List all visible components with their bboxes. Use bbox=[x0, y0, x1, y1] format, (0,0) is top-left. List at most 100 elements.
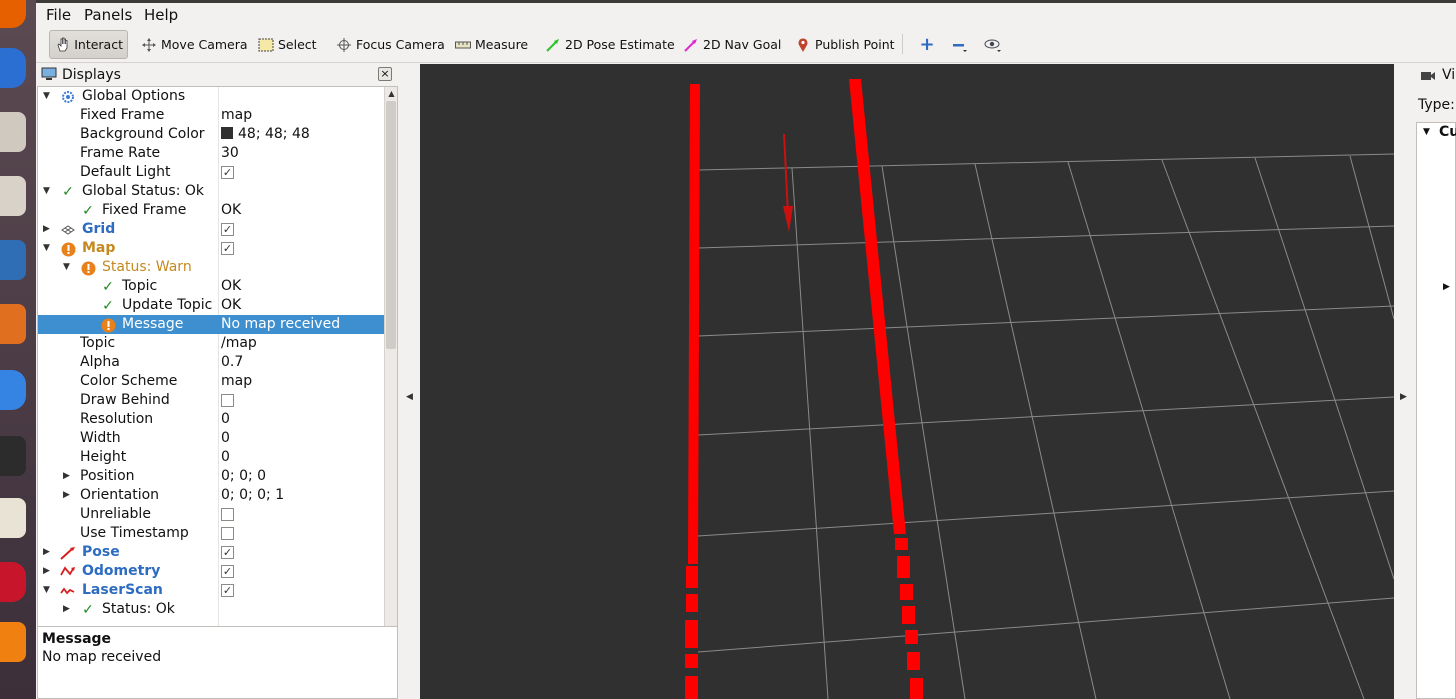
tool-visibility-button[interactable] bbox=[980, 30, 1009, 59]
laserscan-checkbox[interactable]: ✓ bbox=[221, 584, 234, 597]
tree-row-topic-status[interactable]: ✓ Topic OK bbox=[38, 277, 384, 296]
software-center-icon[interactable] bbox=[0, 304, 26, 344]
nav-goal-button[interactable]: 2D Nav Goal bbox=[678, 30, 785, 59]
tree-row-grid[interactable]: ▶ Grid ✓ bbox=[38, 220, 384, 239]
select-button[interactable]: Select bbox=[253, 30, 321, 59]
tree-row-alpha[interactable]: Alpha 0.7 bbox=[38, 353, 384, 372]
tree-row-odometry[interactable]: ▶ Odometry ✓ bbox=[38, 562, 384, 581]
row-value[interactable]: /map bbox=[221, 334, 257, 353]
left-panel-handle[interactable]: ◀ bbox=[400, 64, 420, 699]
tree-row-global-options[interactable]: ▼ Global Options bbox=[38, 87, 384, 106]
use-timestamp-checkbox[interactable] bbox=[221, 527, 234, 540]
close-icon[interactable]: × bbox=[378, 67, 392, 81]
tree-row-orientation[interactable]: ▶ Orientation 0; 0; 0; 1 bbox=[38, 486, 384, 505]
row-label: Use Timestamp bbox=[80, 525, 189, 541]
scroll-up-icon[interactable]: ▲ bbox=[385, 87, 397, 100]
remove-tool-button[interactable] bbox=[946, 30, 975, 59]
tree-row-update-topic-status[interactable]: ✓ Update Topic OK bbox=[38, 296, 384, 315]
current-view-item[interactable]: Cu bbox=[1439, 124, 1456, 140]
collapse-arrow-icon[interactable]: ▶ bbox=[63, 467, 73, 486]
firefox-icon[interactable] bbox=[0, 0, 26, 28]
row-value[interactable]: 48; 48; 48 bbox=[221, 125, 310, 144]
collapse-arrow-icon[interactable]: ▶ bbox=[43, 543, 53, 562]
pose-arrow-icon bbox=[60, 545, 76, 561]
tree-row-fixed-frame[interactable]: Fixed Frame map bbox=[38, 106, 384, 125]
interact-button[interactable]: Interact bbox=[49, 30, 128, 59]
collapse-arrow-icon[interactable]: ▶ bbox=[1443, 282, 1450, 292]
tree-row-color-scheme[interactable]: Color Scheme map bbox=[38, 372, 384, 391]
camera-icon bbox=[1420, 70, 1436, 82]
terminal-icon[interactable] bbox=[0, 436, 26, 476]
collapse-arrow-icon[interactable]: ▶ bbox=[43, 562, 53, 581]
tree-row-unreliable[interactable]: Unreliable bbox=[38, 505, 384, 524]
move-camera-button[interactable]: Move Camera bbox=[136, 30, 252, 59]
tree-row-fixed-frame-status[interactable]: ✓ Fixed Frame OK bbox=[38, 201, 384, 220]
render-canvas[interactable] bbox=[420, 64, 1394, 699]
rhythmbox-icon[interactable] bbox=[0, 176, 26, 216]
move-arrows-icon bbox=[140, 36, 158, 54]
menu-file[interactable]: File bbox=[46, 6, 71, 24]
render-view[interactable] bbox=[420, 64, 1394, 699]
row-value[interactable]: 0 bbox=[221, 429, 230, 448]
expand-arrow-icon[interactable]: ▼ bbox=[43, 182, 53, 201]
collapse-arrow-icon[interactable]: ▶ bbox=[63, 486, 73, 505]
row-value[interactable]: 0; 0; 0; 1 bbox=[221, 486, 284, 505]
focus-camera-button[interactable]: Focus Camera bbox=[331, 30, 449, 59]
tree-row-laserscan[interactable]: ▼ LaserScan ✓ bbox=[38, 581, 384, 600]
expand-arrow-icon[interactable]: ▼ bbox=[43, 239, 53, 258]
writer-icon[interactable] bbox=[0, 240, 26, 280]
measure-button[interactable]: Measure bbox=[450, 30, 532, 59]
tree-row-global-status[interactable]: ▼ ✓ Global Status: Ok bbox=[38, 182, 384, 201]
tree-row-resolution[interactable]: Resolution 0 bbox=[38, 410, 384, 429]
pose-checkbox[interactable]: ✓ bbox=[221, 546, 234, 559]
grid-checkbox[interactable]: ✓ bbox=[221, 223, 234, 236]
expand-arrow-icon[interactable]: ▼ bbox=[43, 87, 53, 106]
row-value[interactable]: 0 bbox=[221, 410, 230, 429]
tree-row-default-light[interactable]: Default Light ✓ bbox=[38, 163, 384, 182]
collapse-arrow-icon[interactable]: ▶ bbox=[43, 220, 53, 239]
unreliable-checkbox[interactable] bbox=[221, 508, 234, 521]
expand-arrow-icon[interactable]: ▼ bbox=[1423, 127, 1430, 137]
tree-row-frame-rate[interactable]: Frame Rate 30 bbox=[38, 144, 384, 163]
tree-row-status-warn[interactable]: ▼ Status: Warn bbox=[38, 258, 384, 277]
tree-row-background-color[interactable]: Background Color 48; 48; 48 bbox=[38, 125, 384, 144]
tree-row-width[interactable]: Width 0 bbox=[38, 429, 384, 448]
tree-row-message[interactable]: Message No map received bbox=[38, 315, 384, 334]
tree-row-height[interactable]: Height 0 bbox=[38, 448, 384, 467]
tree-row-position[interactable]: ▶ Position 0; 0; 0 bbox=[38, 467, 384, 486]
pose-estimate-button[interactable]: 2D Pose Estimate bbox=[540, 30, 679, 59]
thunderbird-icon[interactable] bbox=[0, 48, 26, 88]
tree-row-pose[interactable]: ▶ Pose ✓ bbox=[38, 543, 384, 562]
odometry-checkbox[interactable]: ✓ bbox=[221, 565, 234, 578]
tree-row-laserscan-status[interactable]: ▶ ✓ Status: Ok bbox=[38, 600, 384, 619]
tree-row-topic[interactable]: Topic /map bbox=[38, 334, 384, 353]
displays-scrollbar[interactable]: ▲ ▼ bbox=[384, 87, 397, 685]
expand-arrow-icon[interactable]: ▼ bbox=[43, 581, 53, 600]
expand-arrow-icon[interactable]: ▼ bbox=[63, 258, 73, 277]
default-light-checkbox[interactable]: ✓ bbox=[221, 166, 234, 179]
shutdown-icon[interactable] bbox=[0, 562, 26, 602]
draw-behind-checkbox[interactable] bbox=[221, 394, 234, 407]
scrollbar-thumb[interactable] bbox=[386, 101, 396, 349]
add-tool-button[interactable]: + bbox=[914, 30, 943, 59]
publish-point-button[interactable]: Publish Point bbox=[790, 30, 899, 59]
menu-panels[interactable]: Panels bbox=[84, 6, 132, 24]
app-icon[interactable] bbox=[0, 622, 26, 662]
tree-row-map[interactable]: ▼ Map ✓ bbox=[38, 239, 384, 258]
row-value[interactable]: map bbox=[221, 106, 252, 125]
row-value[interactable]: 0.7 bbox=[221, 353, 243, 372]
menu-help[interactable]: Help bbox=[144, 6, 178, 24]
tree-row-draw-behind[interactable]: Draw Behind bbox=[38, 391, 384, 410]
tree-row-use-timestamp[interactable]: Use Timestamp bbox=[38, 524, 384, 543]
text-editor-icon[interactable] bbox=[0, 498, 26, 538]
check-icon: ✓ bbox=[82, 601, 94, 618]
map-checkbox[interactable]: ✓ bbox=[221, 242, 234, 255]
row-value[interactable]: 0 bbox=[221, 448, 230, 467]
right-panel-handle[interactable]: ▶ bbox=[1394, 64, 1414, 699]
row-value[interactable]: map bbox=[221, 372, 252, 391]
help-icon[interactable] bbox=[0, 370, 26, 410]
collapse-arrow-icon[interactable]: ▶ bbox=[63, 600, 73, 619]
files-icon[interactable] bbox=[0, 112, 26, 152]
row-value[interactable]: 0; 0; 0 bbox=[221, 467, 266, 486]
row-value[interactable]: 30 bbox=[221, 144, 239, 163]
